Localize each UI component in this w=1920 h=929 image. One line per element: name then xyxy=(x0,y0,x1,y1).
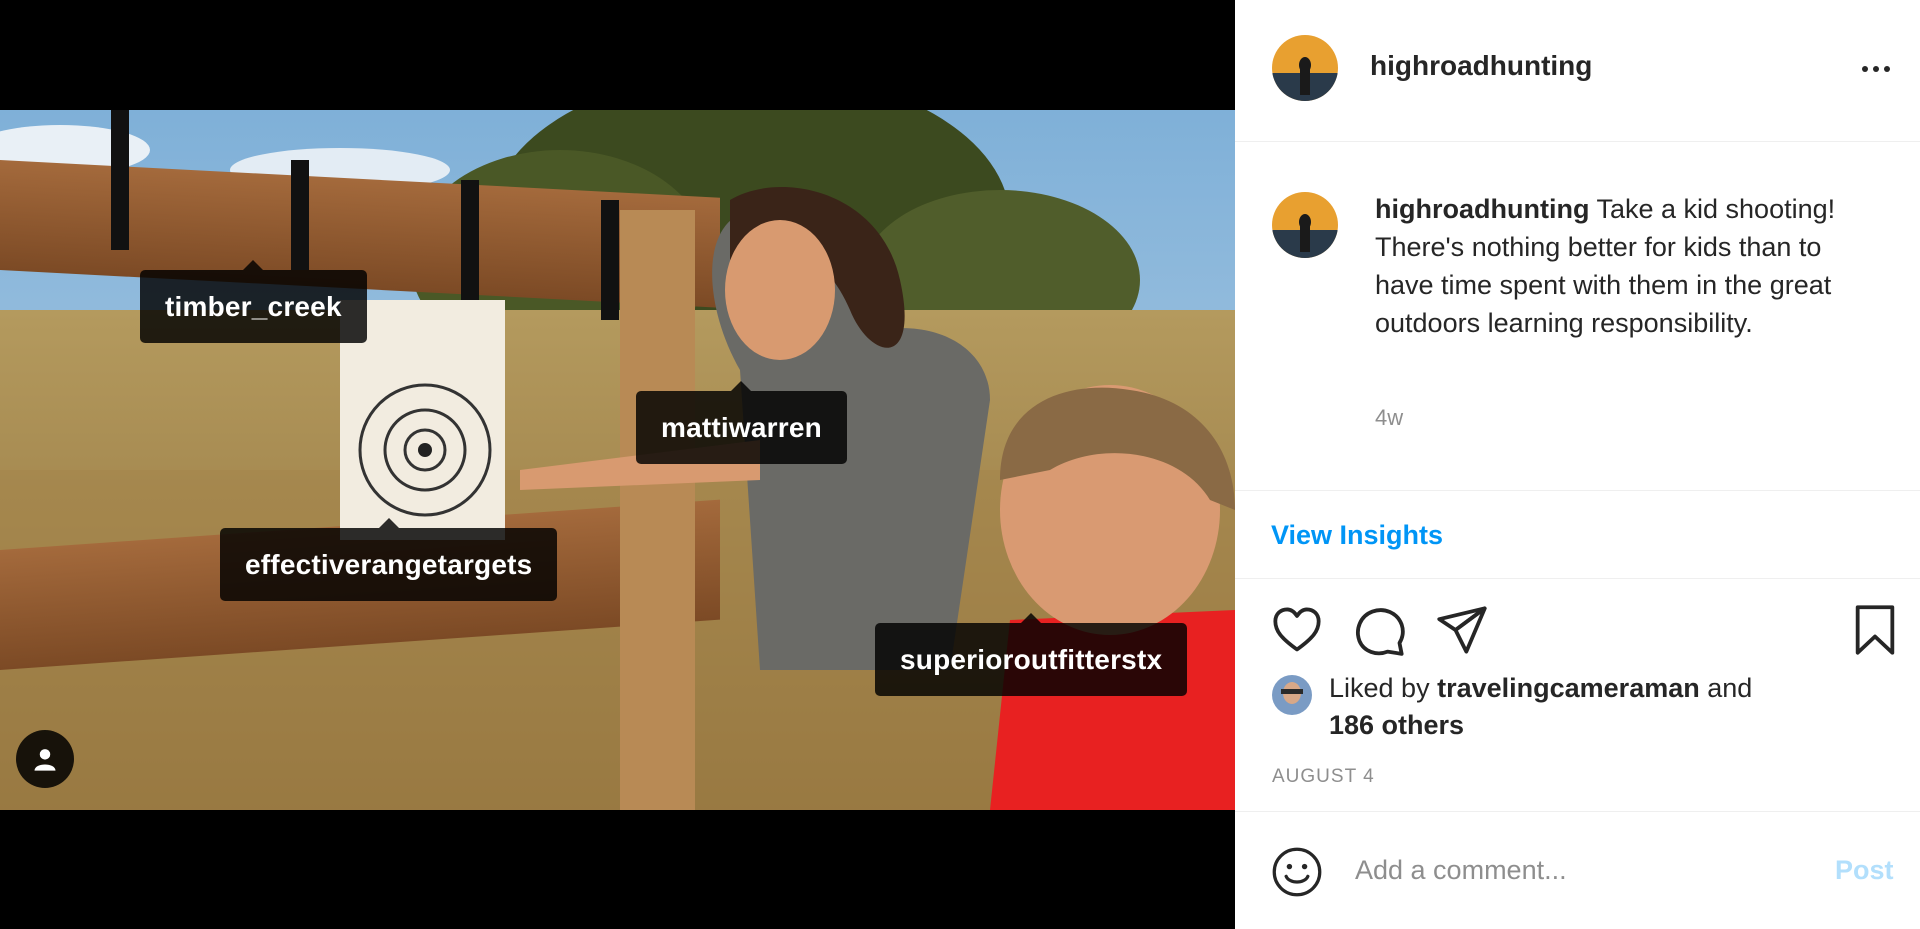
more-options-button[interactable] xyxy=(1859,52,1893,91)
liked-by-avatar[interactable] xyxy=(1272,675,1312,715)
user-icon xyxy=(34,749,56,771)
avatar-image xyxy=(1272,192,1338,258)
caption-section: highroadhunting Take a kid shooting! The… xyxy=(1235,142,1920,491)
photo-tag-timber-creek[interactable]: timber_creek xyxy=(140,260,367,343)
view-insights-link[interactable]: View Insights xyxy=(1271,520,1443,551)
likes-others-link[interactable]: 186 others xyxy=(1329,710,1464,740)
share-icon xyxy=(1437,606,1487,654)
photo-illustration xyxy=(0,110,1235,810)
photo-tag-superioroutfitterstx[interactable]: superioroutfitterstx xyxy=(875,613,1188,696)
post-date[interactable]: AUGUST 4 xyxy=(1272,766,1375,788)
photo-tag-mattiwarren[interactable]: mattiwarren xyxy=(636,381,847,464)
avatar[interactable] xyxy=(1272,192,1338,258)
post-header: highroadhunting xyxy=(1235,0,1920,142)
more-horizontal-icon xyxy=(1862,66,1890,72)
caption-username[interactable]: highroadhunting xyxy=(1375,194,1589,224)
post-comment-button[interactable]: Post xyxy=(1835,855,1894,886)
photo-tag-label: mattiwarren xyxy=(661,412,822,443)
post-author-username[interactable]: highroadhunting xyxy=(1370,50,1592,82)
likes-summary: Liked by travelingcameraman and 186 othe… xyxy=(1329,670,1889,744)
comment-icon xyxy=(1356,608,1405,656)
post-side-panel: highroadhunting highroadhunting Take a k… xyxy=(1235,0,1920,929)
divider xyxy=(1235,811,1920,812)
save-button[interactable] xyxy=(1851,604,1899,661)
photo-tag-effectiverangetargets[interactable]: effectiverangetargets xyxy=(220,518,558,601)
heart-icon xyxy=(1273,607,1321,652)
liked-by-username[interactable]: travelingcameraman xyxy=(1437,673,1700,703)
post-media: timber_creek mattiwarren effectiveranget… xyxy=(0,0,1235,929)
caption-timestamp[interactable]: 4w xyxy=(1375,405,1403,431)
post-photo[interactable] xyxy=(0,110,1235,810)
avatar-image xyxy=(1272,35,1338,101)
tagged-users-button[interactable] xyxy=(16,730,74,788)
like-button[interactable] xyxy=(1271,604,1323,661)
likes-joiner: and xyxy=(1707,673,1753,703)
bookmark-icon xyxy=(1855,605,1895,655)
avatar[interactable] xyxy=(1272,35,1338,101)
photo-tag-label: superioroutfitterstx xyxy=(900,644,1163,675)
likes-prefix: Liked by xyxy=(1329,673,1430,703)
comment-input[interactable]: Add a comment... xyxy=(1355,855,1567,886)
photo-tag-label: effectiverangetargets xyxy=(245,549,533,580)
avatar-image xyxy=(1272,675,1312,715)
caption-text: highroadhunting Take a kid shooting! The… xyxy=(1375,190,1875,342)
photo-tag-label: timber_creek xyxy=(165,291,342,322)
divider xyxy=(1235,578,1920,579)
emoji-icon xyxy=(1272,847,1322,897)
share-button[interactable] xyxy=(1435,604,1489,661)
comment-button[interactable] xyxy=(1354,604,1406,661)
emoji-button[interactable] xyxy=(1271,846,1323,903)
